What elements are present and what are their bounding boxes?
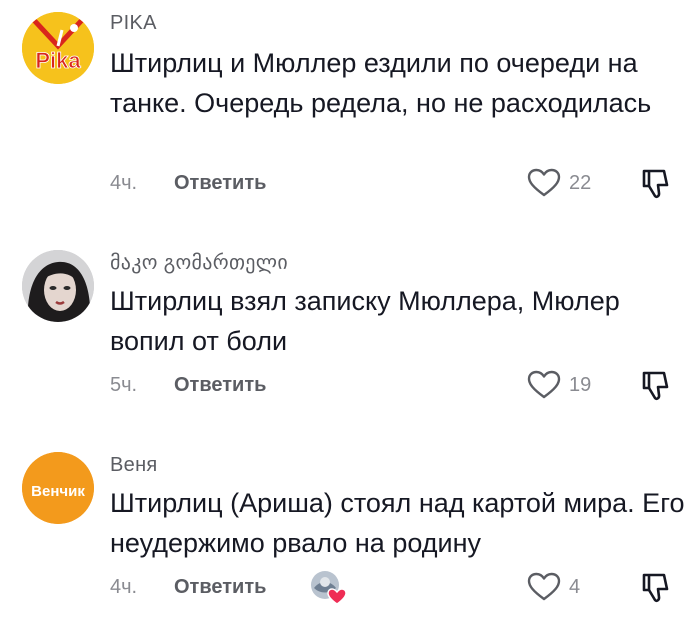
svg-text:Pika: Pika [35,48,81,73]
heart-outline-icon [527,572,561,601]
portrait-photo-icon [22,250,94,322]
like-button[interactable]: 22 [527,168,591,198]
dislike-button[interactable] [640,168,670,200]
avatar[interactable]: Pika [22,12,94,84]
heart-outline-icon [527,168,561,197]
reply-button[interactable]: Ответить [174,172,266,195]
avatar[interactable] [22,250,94,322]
username[interactable]: Веня [110,454,158,477]
comment-text: Штирлиц взял записку Мюллера, Мюлер вопи… [110,286,620,356]
like-count: 4 [569,575,581,598]
reply-button[interactable]: Ответить [174,576,266,599]
heart-outline-icon [527,370,561,399]
thumbs-down-icon [642,371,669,401]
like-count: 22 [569,171,592,194]
comment-meta: 5ч. Ответить [110,370,266,400]
thumbs-down-icon [642,573,669,603]
comment-time: 5ч. [110,373,138,396]
comment-meta: 4ч. Ответить [110,168,266,198]
like-count: 19 [569,373,592,396]
comment-time: 4ч. [110,171,138,194]
like-button[interactable]: 19 [527,370,591,400]
like-button[interactable]: 4 [527,572,580,602]
creator-liked-badge [310,570,347,606]
comment-text: Штирлиц и Мюллер ездили по очереди на та… [110,48,652,118]
comment-meta: 4ч. Ответить [110,572,266,602]
comment-time: 4ч. [110,575,138,598]
thumbs-down-icon [642,169,669,199]
dislike-button[interactable] [640,370,670,402]
comment-text: Штирлиц (Ариша) стоял над картой мира. Е… [110,488,685,558]
reply-button[interactable]: Ответить [174,374,266,397]
pika-logo-icon: Pika [22,12,94,84]
creator-liked-badge-icon [311,571,347,605]
dislike-button[interactable] [640,572,670,604]
username[interactable]: PIKA [110,12,157,35]
username[interactable]: მაკო გომართელი [110,250,288,275]
avatar-label: Венчик [31,483,85,500]
